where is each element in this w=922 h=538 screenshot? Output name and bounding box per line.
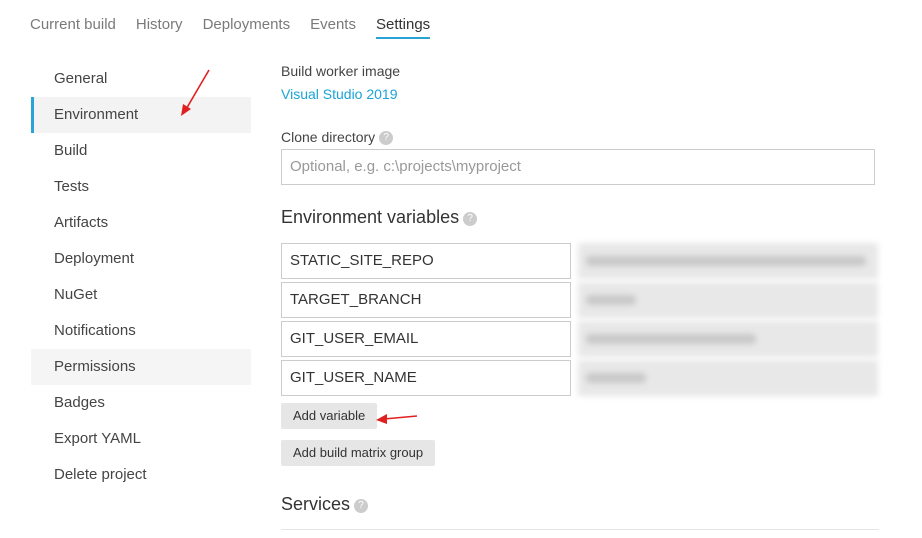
env-var-name-input[interactable]: TARGET_BRANCH <box>281 282 571 318</box>
env-vars-title: Environment variables <box>281 207 460 227</box>
env-var-name-input[interactable]: GIT_USER_EMAIL <box>281 321 571 357</box>
add-build-matrix-group-button[interactable]: Add build matrix group <box>281 440 436 466</box>
sidebar-item-build[interactable]: Build <box>31 133 251 169</box>
redacted-value <box>586 373 646 383</box>
annotation-arrow <box>376 414 418 424</box>
services-title: Services <box>281 494 351 514</box>
add-variable-button[interactable]: Add variable <box>281 403 378 429</box>
clone-directory-label: Clone directory <box>281 129 376 145</box>
env-vars-heading: Environment variables? <box>281 207 478 228</box>
help-icon[interactable]: ? <box>379 130 394 145</box>
sidebar-item-delete-project[interactable]: Delete project <box>31 457 251 493</box>
env-var-name-input[interactable]: GIT_USER_NAME <box>281 360 571 396</box>
build-worker-value[interactable]: Visual Studio 2019 <box>281 86 398 102</box>
annotation-arrow <box>181 69 210 116</box>
help-icon[interactable]: ? <box>354 498 369 513</box>
section-divider <box>281 529 879 530</box>
build-worker-label: Build worker image <box>281 63 401 79</box>
env-var-name-input[interactable]: STATIC_SITE_REPO <box>281 243 571 279</box>
sidebar-item-nuget[interactable]: NuGet <box>31 277 251 313</box>
sidebar-item-environment[interactable]: Environment <box>31 97 251 133</box>
sidebar-item-permissions[interactable]: Permissions <box>31 349 251 385</box>
tab-deployments[interactable]: Deployments <box>203 16 291 39</box>
sidebar-item-general[interactable]: General <box>31 61 251 97</box>
top-tabs: Current build History Deployments Events… <box>30 16 450 39</box>
redacted-value <box>586 334 756 344</box>
tab-current-build[interactable]: Current build <box>30 16 116 39</box>
sidebar-item-badges[interactable]: Badges <box>31 385 251 421</box>
tab-history[interactable]: History <box>136 16 183 39</box>
sidebar-item-tests[interactable]: Tests <box>31 169 251 205</box>
help-icon[interactable]: ? <box>463 211 478 226</box>
tab-settings[interactable]: Settings <box>375 16 431 39</box>
redacted-value <box>586 256 866 266</box>
settings-sidebar: General Environment Build Tests Artifact… <box>31 61 251 493</box>
sidebar-item-deployment[interactable]: Deployment <box>31 241 251 277</box>
sidebar-item-export-yaml[interactable]: Export YAML <box>31 421 251 457</box>
clone-directory-input[interactable]: Optional, e.g. c:\projects\myproject <box>281 149 875 185</box>
services-heading: Services? <box>281 494 369 515</box>
sidebar-item-notifications[interactable]: Notifications <box>31 313 251 349</box>
settings-page: Current build History Deployments Events… <box>0 0 922 538</box>
clone-directory-heading: Clone directory? <box>281 129 394 147</box>
sidebar-item-artifacts[interactable]: Artifacts <box>31 205 251 241</box>
tab-events[interactable]: Events <box>310 16 356 39</box>
redacted-value <box>586 295 636 305</box>
